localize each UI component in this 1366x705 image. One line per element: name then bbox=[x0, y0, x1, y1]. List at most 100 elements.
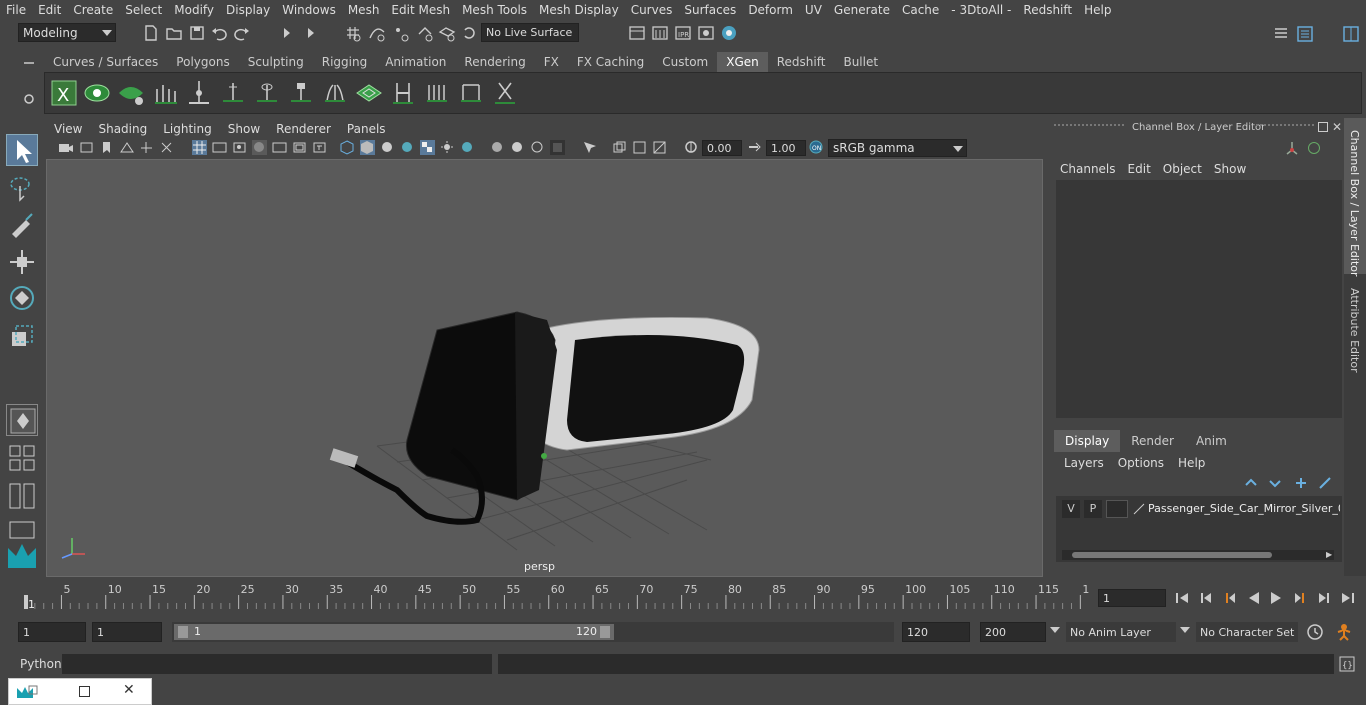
layer-display-type[interactable] bbox=[1106, 500, 1128, 518]
menu-create[interactable]: Create bbox=[67, 3, 119, 17]
xgen-guide-plane-icon[interactable] bbox=[355, 79, 383, 107]
menu-curves[interactable]: Curves bbox=[625, 3, 679, 17]
maya-window-icon[interactable] bbox=[15, 684, 39, 700]
rotate-tool-icon[interactable] bbox=[6, 282, 38, 314]
field-chart-icon[interactable] bbox=[272, 140, 287, 155]
new-layer-selected-icon[interactable] bbox=[1318, 476, 1332, 490]
snap-projected-icon[interactable] bbox=[416, 24, 434, 42]
shadows-icon[interactable] bbox=[460, 140, 475, 155]
viewport-menu-renderer[interactable]: Renderer bbox=[268, 120, 339, 138]
wireframe-grid-icon[interactable] bbox=[192, 140, 207, 155]
tool-settings-layout-icon[interactable] bbox=[1342, 25, 1360, 43]
render-sequence-icon[interactable] bbox=[651, 24, 669, 42]
channel-layout-icon[interactable] bbox=[1296, 25, 1314, 43]
textured-icon[interactable] bbox=[400, 140, 415, 155]
render-settings-icon[interactable] bbox=[697, 24, 715, 42]
range-handle-start[interactable] bbox=[178, 626, 188, 638]
open-scene-icon[interactable] bbox=[165, 24, 183, 42]
xgen-clumping-icon[interactable] bbox=[457, 79, 485, 107]
menu-uv[interactable]: UV bbox=[799, 3, 828, 17]
wireframe-shade-icon[interactable] bbox=[340, 140, 355, 155]
shelf-tab-custom[interactable]: Custom bbox=[653, 52, 717, 72]
viewport-menu-show[interactable]: Show bbox=[220, 120, 268, 138]
layer-menu-help[interactable]: Help bbox=[1178, 456, 1219, 470]
xgen-lock-length-icon[interactable] bbox=[287, 79, 315, 107]
last-tool-icon[interactable] bbox=[6, 404, 38, 436]
playback-end-field[interactable]: 120 bbox=[902, 622, 970, 642]
hypershade-icon[interactable] bbox=[720, 24, 738, 42]
axis-pick-icon[interactable] bbox=[1284, 140, 1300, 156]
layer-name[interactable]: Passenger_Side_Car_Mirror_Silver_001 bbox=[1148, 502, 1340, 515]
camera-lock-icon[interactable] bbox=[79, 140, 94, 155]
color-space-dropdown[interactable]: sRGB gamma bbox=[828, 139, 967, 157]
shelf-tab-bullet[interactable]: Bullet bbox=[834, 52, 887, 72]
command-input[interactable] bbox=[62, 654, 492, 674]
depth-of-field-icon[interactable] bbox=[550, 140, 565, 155]
menu-3dtoall[interactable]: - 3DtoAll - bbox=[945, 3, 1017, 17]
shelf-tab-polygons[interactable]: Polygons bbox=[167, 52, 238, 72]
select-hierarchy-icon[interactable] bbox=[276, 24, 294, 42]
close-window-icon[interactable]: ✕ bbox=[123, 682, 135, 698]
menu-select[interactable]: Select bbox=[119, 3, 168, 17]
menu-cache[interactable]: Cache bbox=[896, 3, 945, 17]
viewport-menu-lighting[interactable]: Lighting bbox=[155, 120, 220, 138]
shelf-tab-rigging[interactable]: Rigging bbox=[313, 52, 376, 72]
xgen-create-description-icon[interactable] bbox=[117, 79, 145, 107]
step-forward-key-icon[interactable] bbox=[1316, 590, 1332, 606]
menu-modify[interactable]: Modify bbox=[168, 3, 220, 17]
maximize-icon[interactable] bbox=[79, 686, 90, 697]
shelf-tab-fx[interactable]: FX bbox=[535, 52, 568, 72]
playback-start-field[interactable]: 1 bbox=[92, 622, 162, 642]
perspective-viewport[interactable]: persp bbox=[46, 159, 1043, 577]
xgen-normalize-guides-icon[interactable] bbox=[423, 79, 451, 107]
channel-menu-edit[interactable]: Edit bbox=[1128, 162, 1163, 176]
panel-grip-right[interactable] bbox=[1256, 124, 1314, 130]
xgen-preview-icon[interactable] bbox=[83, 79, 111, 107]
color-management-icon[interactable]: ON bbox=[809, 140, 824, 155]
layer-scrollbar[interactable]: ▶ bbox=[1062, 550, 1334, 560]
lasso-tool-icon[interactable] bbox=[6, 172, 38, 204]
green-dot-icon[interactable] bbox=[1308, 142, 1320, 154]
panel-grip[interactable] bbox=[1054, 124, 1124, 130]
close-icon[interactable]: ✕ bbox=[1332, 120, 1342, 134]
shelf-settings-icon[interactable] bbox=[20, 90, 38, 108]
menu-help[interactable]: Help bbox=[1078, 3, 1117, 17]
grid-toggle-icon[interactable] bbox=[139, 140, 154, 155]
anim-layer-dropdown-arrow[interactable] bbox=[1050, 627, 1060, 633]
viewport-menu-shading[interactable]: Shading bbox=[90, 120, 155, 138]
gamma-field[interactable]: 1.00 bbox=[766, 140, 806, 156]
play-backward-icon[interactable] bbox=[1246, 590, 1262, 606]
ambient-occlusion-icon[interactable] bbox=[490, 140, 505, 155]
channel-menu-object[interactable]: Object bbox=[1163, 162, 1214, 176]
viewport-menu-panels[interactable]: Panels bbox=[339, 120, 394, 138]
snap-grid-icon[interactable] bbox=[344, 24, 362, 42]
range-slider[interactable]: 1 120 bbox=[172, 622, 894, 642]
layer-row[interactable]: V P Passenger_Side_Car_Mirror_Silver_001 bbox=[1060, 500, 1340, 518]
motion-blur-icon[interactable] bbox=[510, 140, 525, 155]
default-material-icon[interactable] bbox=[380, 140, 395, 155]
layer-menu-options[interactable]: Options bbox=[1118, 456, 1178, 470]
layer-move-up-icon[interactable] bbox=[1244, 476, 1258, 490]
outliner-layout-icon[interactable] bbox=[1272, 25, 1290, 43]
make-live-icon[interactable] bbox=[460, 24, 478, 42]
animation-start-field[interactable]: 1 bbox=[18, 622, 86, 642]
xgen-bend-guides-icon[interactable] bbox=[321, 79, 349, 107]
xray-joints-icon[interactable] bbox=[632, 140, 647, 155]
step-back-key-icon[interactable] bbox=[1198, 590, 1214, 606]
safe-title-icon[interactable] bbox=[312, 140, 327, 155]
menu-surfaces[interactable]: Surfaces bbox=[678, 3, 742, 17]
redo-icon[interactable] bbox=[233, 24, 251, 42]
xray-icon[interactable] bbox=[612, 140, 627, 155]
xgen-insert-cv-icon[interactable] bbox=[185, 79, 213, 107]
layer-playback-toggle[interactable]: P bbox=[1084, 500, 1102, 518]
menu-mesh[interactable]: Mesh bbox=[342, 3, 386, 17]
menu-mesh-display[interactable]: Mesh Display bbox=[533, 3, 625, 17]
exposure-field[interactable]: 0.00 bbox=[702, 140, 742, 156]
side-tab-channel-box[interactable]: Channel Box / Layer Editor bbox=[1344, 118, 1366, 277]
layer-color-swatch[interactable] bbox=[1132, 502, 1146, 516]
channel-menu-channels[interactable]: Channels bbox=[1060, 162, 1128, 176]
save-scene-icon[interactable] bbox=[188, 24, 206, 42]
render-frame-icon[interactable] bbox=[628, 24, 646, 42]
snap-curve-icon[interactable] bbox=[368, 24, 386, 42]
checker-icon[interactable] bbox=[420, 140, 435, 155]
